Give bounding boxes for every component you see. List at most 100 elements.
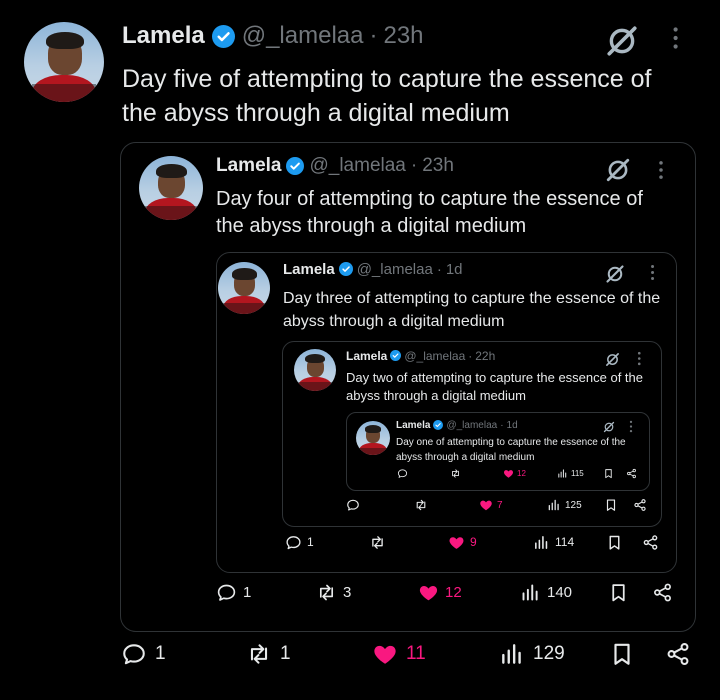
views-button[interactable]: 129	[499, 641, 565, 667]
avatar[interactable]	[218, 262, 270, 314]
grok-icon[interactable]	[605, 24, 639, 58]
bookmark-button[interactable]	[609, 641, 635, 667]
reply-icon	[397, 468, 408, 479]
views-icon	[520, 582, 541, 603]
views-button[interactable]: 140	[520, 582, 572, 603]
views-button[interactable]: 125	[547, 498, 582, 512]
separator-dot: ·	[468, 348, 473, 363]
share-button[interactable]	[665, 641, 691, 667]
grok-icon[interactable]	[605, 264, 625, 284]
retweet-icon	[369, 534, 386, 551]
timestamp[interactable]: 1d	[507, 420, 518, 431]
timestamp[interactable]: 23h	[422, 155, 454, 177]
author-name[interactable]: Lamela	[216, 155, 281, 177]
tweet-header: Lamela @_lamelaa · 23h	[122, 22, 424, 50]
author-handle[interactable]: @_lamelaa	[357, 261, 433, 278]
author-name[interactable]: Lamela	[346, 349, 387, 363]
like-button[interactable]: 11	[372, 641, 426, 667]
tweet-text: Day one of attempting to capture the ess…	[396, 437, 626, 463]
author-handle[interactable]: @_lamelaa	[404, 349, 465, 363]
verified-badge-icon	[390, 350, 402, 361]
share-icon	[633, 498, 647, 512]
verified-badge-icon	[286, 157, 305, 175]
avatar[interactable]	[356, 421, 390, 455]
reply-button[interactable]: 1	[285, 534, 314, 551]
author-handle[interactable]: @_lamelaa	[446, 420, 497, 431]
timestamp[interactable]: 23h	[383, 22, 423, 50]
views-count: 140	[547, 583, 573, 601]
tweet-header: Lamela @_lamelaa · 1d	[396, 419, 518, 431]
tweet-text: Day three of attempting to capture the e…	[283, 290, 661, 330]
share-button[interactable]	[642, 534, 659, 551]
author-name[interactable]: Lamela	[396, 420, 430, 431]
replies-count: 1	[155, 643, 166, 664]
reply-button[interactable]: 1	[216, 582, 251, 603]
bookmark-button[interactable]	[604, 498, 618, 512]
retweet-button[interactable]: 1	[246, 641, 291, 667]
share-button[interactable]	[626, 468, 637, 479]
share-icon	[626, 468, 637, 479]
like-button[interactable]: 7	[479, 498, 503, 512]
retweets-count: 3	[343, 583, 352, 601]
timestamp[interactable]: 22h	[475, 349, 495, 363]
reply-icon	[121, 641, 147, 667]
verified-badge-icon	[211, 24, 235, 48]
like-button[interactable]: 12	[418, 582, 462, 603]
avatar[interactable]	[24, 22, 104, 102]
author-name[interactable]: Lamela	[283, 261, 335, 278]
more-icon[interactable]	[650, 264, 655, 281]
tweet-header: Lamela @_lamelaa · 23h	[216, 155, 454, 177]
separator-dot: ·	[500, 419, 504, 431]
bookmark-icon	[606, 534, 623, 551]
share-button[interactable]	[633, 498, 647, 512]
views-button[interactable]: 115	[557, 468, 584, 479]
retweet-icon	[316, 582, 337, 603]
more-icon[interactable]	[658, 160, 664, 180]
reply-button[interactable]	[397, 468, 411, 479]
heart-icon	[448, 534, 465, 551]
tweet-header: Lamela @_lamelaa · 22h	[346, 348, 495, 363]
more-icon[interactable]	[672, 26, 679, 50]
avatar[interactable]	[294, 349, 336, 391]
share-icon	[642, 534, 659, 551]
retweet-button[interactable]	[450, 468, 464, 479]
reply-button[interactable]	[346, 498, 364, 512]
reply-icon	[285, 534, 302, 551]
tweet-text: Day four of attempting to capture the es…	[216, 188, 643, 237]
more-icon[interactable]	[629, 420, 633, 433]
retweet-button[interactable]	[414, 498, 432, 512]
share-icon	[652, 582, 673, 603]
grok-icon[interactable]	[605, 157, 631, 183]
like-button[interactable]: 12	[503, 468, 526, 479]
views-count: 114	[555, 535, 575, 549]
timestamp[interactable]: 1d	[446, 261, 463, 278]
avatar[interactable]	[139, 156, 203, 220]
heart-icon	[418, 582, 439, 603]
more-icon[interactable]	[637, 351, 642, 366]
author-handle[interactable]: @_lamelaa	[309, 155, 405, 177]
likes-count: 11	[406, 643, 426, 664]
retweet-button[interactable]: 3	[316, 582, 351, 603]
reply-button[interactable]: 1	[121, 641, 166, 667]
retweet-button[interactable]	[369, 534, 391, 551]
heart-icon	[372, 641, 398, 667]
grok-icon[interactable]	[603, 421, 615, 433]
views-button[interactable]: 114	[533, 534, 574, 551]
author-handle[interactable]: @_lamelaa	[242, 22, 364, 50]
tweet-header: Lamela @_lamelaa · 1d	[283, 261, 463, 278]
share-button[interactable]	[652, 582, 673, 603]
verified-badge-icon	[338, 262, 353, 276]
views-count: 115	[571, 468, 584, 478]
bookmark-button[interactable]	[603, 468, 614, 479]
tweet-text: Day five of attempting to capture the es…	[122, 65, 652, 127]
bookmark-button[interactable]	[606, 534, 623, 551]
like-button[interactable]: 9	[448, 534, 477, 551]
likes-count: 7	[497, 499, 503, 511]
replies-count: 1	[243, 583, 252, 601]
bookmark-button[interactable]	[608, 582, 629, 603]
retweet-icon	[246, 641, 272, 667]
author-name[interactable]: Lamela	[122, 22, 205, 50]
bookmark-icon	[603, 468, 614, 479]
grok-icon[interactable]	[605, 352, 620, 367]
retweets-count: 1	[280, 643, 291, 664]
